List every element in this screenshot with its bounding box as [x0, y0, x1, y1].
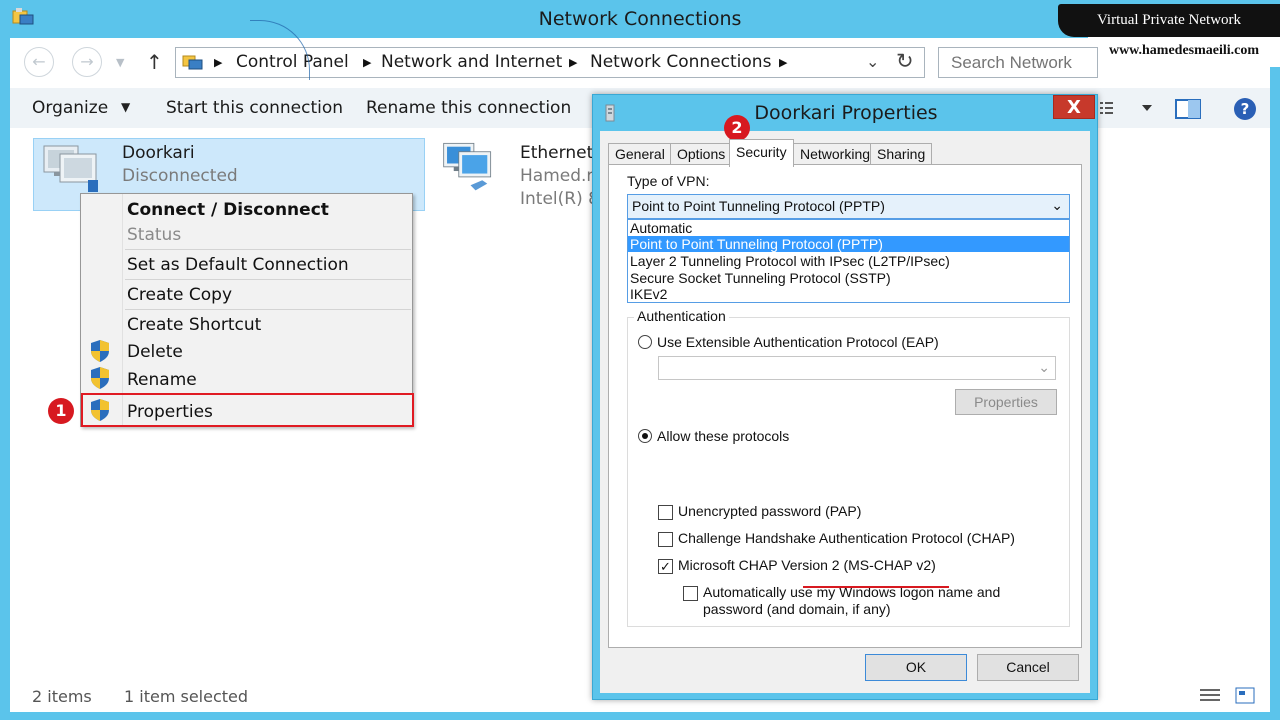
ok-button[interactable]: OK [865, 654, 967, 681]
back-arrow-icon: ← [32, 52, 46, 71]
properties-highlight-box [81, 393, 414, 427]
start-connection-button[interactable]: Start this connection [166, 98, 343, 118]
details-view-icon [1200, 689, 1220, 701]
tab-options[interactable]: Options [670, 143, 733, 165]
breadcrumb-arrow-icon[interactable]: ▶ [363, 56, 371, 69]
vpn-connection-icon [43, 145, 98, 192]
checkmark-icon: ✓ [660, 559, 671, 574]
eap-radio[interactable] [638, 335, 652, 349]
cancel-button[interactable]: Cancel [977, 654, 1079, 681]
menu-separator [125, 309, 411, 310]
chap-label[interactable]: Challenge Handshake Authentication Proto… [678, 530, 1015, 546]
menu-rename[interactable]: Rename [127, 370, 197, 390]
organize-button[interactable]: Organize [32, 98, 108, 118]
vpn-option-sstp[interactable]: Secure Socket Tunneling Protocol (SSTP) [628, 270, 1069, 286]
help-icon: ? [1234, 98, 1256, 120]
chap-checkbox[interactable] [658, 532, 673, 547]
breadcrumb-arrow-icon[interactable]: ▶ [569, 56, 577, 69]
chevron-down-icon[interactable]: ⌄ [1051, 197, 1063, 214]
up-button[interactable]: ↑ [146, 50, 163, 74]
menu-set-default[interactable]: Set as Default Connection [127, 255, 349, 275]
address-dropdown-chevron-icon[interactable]: ⌄ [866, 52, 879, 71]
site-watermark: www.hamedesmaeili.com [1088, 37, 1280, 67]
vpn-banner: Virtual Private Network [1058, 4, 1280, 37]
back-button[interactable]: ← [24, 47, 54, 77]
view-dropdown-caret-icon [1142, 105, 1152, 111]
dialog-close-button[interactable]: X [1053, 95, 1095, 119]
status-item-count: 2 items [32, 687, 92, 706]
menu-connect-disconnect[interactable]: Connect / Disconnect [127, 200, 329, 220]
context-menu-gutter [122, 194, 123, 426]
organize-caret-icon[interactable]: ▼ [121, 100, 130, 114]
menu-separator [125, 279, 411, 280]
menu-separator [125, 249, 411, 250]
connection-status: Disconnected [122, 166, 238, 186]
menu-status[interactable]: Status [127, 225, 181, 245]
context-menu: Connect / Disconnect Status Set as Defau… [80, 193, 414, 427]
rename-connection-button[interactable]: Rename this connection [366, 98, 571, 118]
uac-shield-icon [91, 367, 109, 389]
ethernet-name: Ethernet [520, 143, 594, 163]
ethernet-sub2: Intel(R) 8 [520, 189, 599, 209]
eap-radio-label[interactable]: Use Extensible Authentication Protocol (… [657, 334, 939, 350]
ethernet-connection-icon[interactable] [437, 140, 499, 192]
tab-sharing[interactable]: Sharing [870, 143, 933, 165]
breadcrumb-arrow-icon: ▶ [214, 56, 223, 69]
vpn-option-ikev2[interactable]: IKEv2 [628, 286, 1069, 302]
tiles-view-icon [1235, 687, 1255, 704]
svg-text:?: ? [1241, 100, 1250, 118]
authentication-group: Authentication Use Extensible Authentica… [627, 308, 1070, 627]
vpn-type-selected-value: Point to Point Tunneling Protocol (PPTP) [632, 198, 885, 214]
recent-locations-dropdown[interactable]: ▼ [116, 56, 124, 69]
eap-properties-button[interactable]: Properties [955, 389, 1057, 415]
uac-shield-icon [91, 340, 109, 362]
vpn-type-select[interactable]: Point to Point Tunneling Protocol (PPTP)… [627, 194, 1070, 219]
forward-arrow-icon: → [80, 52, 94, 71]
auto-logon-label-line2[interactable]: password (and domain, if any) [703, 601, 891, 617]
status-view-toggle-icons[interactable] [1198, 686, 1258, 706]
eap-method-select[interactable]: ⌄ [658, 356, 1056, 380]
mschap-checkbox[interactable]: ✓ [658, 559, 673, 574]
tab-security[interactable]: Security [729, 139, 794, 167]
mschap-highlight-underline [803, 586, 949, 588]
mschap-label[interactable]: Microsoft CHAP Version 2 (MS-CHAP v2) [678, 557, 936, 573]
refresh-icon[interactable]: ↻ [896, 49, 914, 73]
auto-logon-checkbox[interactable] [683, 586, 698, 601]
tab-general[interactable]: General [608, 143, 672, 165]
vpn-type-dropdown-list: Automatic Point to Point Tunneling Proto… [627, 219, 1070, 303]
type-of-vpn-label: Type of VPN: [627, 173, 710, 189]
details-view-icon [1100, 102, 1113, 114]
breadcrumb-network-connections[interactable]: Network Connections [590, 52, 771, 72]
connection-name: Doorkari [122, 143, 195, 163]
view-options-icons[interactable]: ? [1100, 96, 1270, 122]
vpn-option-automatic[interactable]: Automatic [628, 220, 1069, 236]
allow-protocols-label[interactable]: Allow these protocols [657, 428, 789, 444]
vpn-option-l2tp[interactable]: Layer 2 Tunneling Protocol with IPsec (L… [628, 253, 1069, 269]
step-badge-1: 1 [48, 398, 74, 424]
menu-delete[interactable]: Delete [127, 342, 183, 362]
preview-pane-icon [1175, 99, 1201, 119]
properties-dialog: Doorkari Properties X General Options Se… [592, 94, 1098, 700]
tab-networking[interactable]: Networking [793, 143, 878, 165]
status-selection: 1 item selected [124, 687, 249, 706]
chevron-down-icon[interactable]: ⌄ [1038, 359, 1050, 376]
forward-button[interactable]: → [72, 47, 102, 77]
allow-protocols-radio[interactable] [638, 429, 652, 443]
authentication-legend: Authentication [634, 308, 729, 324]
search-input[interactable] [938, 47, 1098, 78]
control-panel-icon [182, 55, 203, 70]
step-badge-2: 2 [724, 115, 750, 141]
security-tab-panel: Type of VPN: Point to Point Tunneling Pr… [608, 164, 1082, 648]
ethernet-sub1: Hamed.r [520, 166, 594, 186]
menu-create-copy[interactable]: Create Copy [127, 285, 232, 305]
vpn-option-pptp[interactable]: Point to Point Tunneling Protocol (PPTP) [628, 236, 1069, 252]
pap-label[interactable]: Unencrypted password (PAP) [678, 503, 861, 519]
dialog-client-area: General Options Security Networking Shar… [600, 131, 1090, 693]
breadcrumb-network-internet[interactable]: Network and Internet [381, 52, 562, 72]
pap-checkbox[interactable] [658, 505, 673, 520]
dialog-title: Doorkari Properties [754, 102, 938, 124]
menu-create-shortcut[interactable]: Create Shortcut [127, 315, 261, 335]
breadcrumb-arrow-icon[interactable]: ▶ [779, 56, 787, 69]
